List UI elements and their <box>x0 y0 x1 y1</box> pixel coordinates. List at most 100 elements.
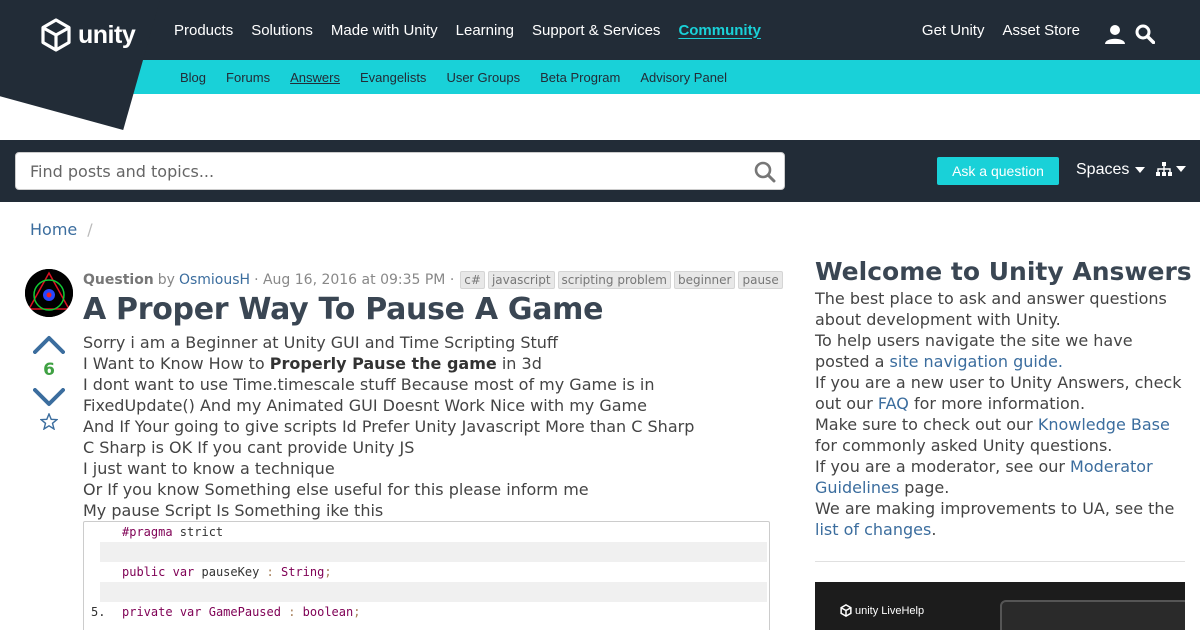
subnav-user-groups[interactable]: User Groups <box>446 70 520 85</box>
community-subnav: Blog Forums Answers Evangelists User Gro… <box>180 60 727 94</box>
nav-made-with-unity[interactable]: Made with Unity <box>331 22 438 39</box>
body-line: And If Your going to give scripts Id Pre… <box>83 417 695 436</box>
breadcrumb-separator: / <box>87 220 93 239</box>
body-line: My pause Script Is Something ike this <box>83 501 384 520</box>
code-token: boolean <box>295 605 354 619</box>
tag-scripting-problem[interactable]: scripting problem <box>557 271 671 289</box>
vote-down-icon[interactable] <box>33 388 65 408</box>
main-nav: Products Solutions Made with Unity Learn… <box>174 0 761 60</box>
promo-laptop-image <box>1000 600 1185 630</box>
unity-logo[interactable]: unity <box>40 18 136 52</box>
nav-community[interactable]: Community <box>678 22 761 39</box>
code-token: public <box>122 565 166 579</box>
body-line: I dont want to use Time.timescale stuff … <box>83 375 655 394</box>
sitemap-dropdown[interactable] <box>1156 162 1186 176</box>
search-box <box>15 152 785 190</box>
tag-list: c# javascript scripting problem beginner… <box>460 271 783 289</box>
caret-down-icon <box>1176 166 1186 172</box>
spaces-dropdown[interactable]: Spaces <box>1076 161 1146 179</box>
code-token: GamePaused <box>201 605 289 619</box>
code-token: ; <box>324 565 332 579</box>
site-navigation-guide-link[interactable]: site navigation guide <box>890 352 1058 371</box>
code-token: var <box>179 605 202 619</box>
nav-support-services[interactable]: Support & Services <box>532 22 660 39</box>
promo-text: unity LiveHelp <box>855 604 925 617</box>
avatar[interactable] <box>25 269 73 317</box>
author-link[interactable]: OsmiousH <box>179 272 250 288</box>
sidebar-text: for more information. <box>908 394 1086 413</box>
unity-cube-icon <box>41 18 71 52</box>
sidebar-paragraph: To help users navigate the site we have … <box>815 330 1190 372</box>
subnav-advisory-panel[interactable]: Advisory Panel <box>640 70 727 85</box>
body-line: Sorry i am a Beginner at Unity GUI and T… <box>83 333 558 352</box>
sidebar-paragraph: The best place to ask and answer questio… <box>815 289 1167 329</box>
code-line: #pragma strict <box>100 522 767 542</box>
sidebar-text: Make sure to check out our <box>815 415 1038 434</box>
sidebar-text: We are making improvements to UA, see th… <box>815 499 1175 518</box>
body-line: C Sharp is OK If you cant provide Unity … <box>83 438 415 457</box>
faq-link[interactable]: FAQ <box>878 394 909 413</box>
search-icon[interactable] <box>1135 24 1155 44</box>
code-line: public var pauseKey : String; <box>100 562 767 582</box>
subnav-beta-program[interactable]: Beta Program <box>540 70 620 85</box>
tag-csharp[interactable]: c# <box>460 271 485 289</box>
sidebar-paragraph: If you are a new user to Unity Answers, … <box>815 372 1190 414</box>
knowledge-base-link[interactable]: Knowledge Base <box>1038 415 1170 434</box>
avatar-image <box>25 269 73 317</box>
question-meta: Question by OsmiousH · Aug 16, 2016 at 0… <box>83 271 783 289</box>
right-nav: Get Unity Asset Store <box>922 0 1080 60</box>
user-icon[interactable] <box>1104 24 1126 44</box>
body-bold-text: Properly Pause the game <box>269 354 497 373</box>
sidebar-text: . <box>931 520 937 539</box>
promo-logo: unity LiveHelp <box>840 604 924 617</box>
body-text: I Want to Know How to <box>83 354 270 373</box>
caret-down-icon <box>1135 167 1146 173</box>
nav-solutions[interactable]: Solutions <box>251 22 313 39</box>
line-number: 5. <box>91 605 106 619</box>
question-title: A Proper Way To Pause A Game <box>83 292 604 327</box>
sidebar-link-period: . <box>1057 352 1063 371</box>
body-line: FixedUpdate() And my Animated GUI Doesnt… <box>83 396 647 415</box>
list-of-changes-link[interactable]: list of changes <box>815 520 931 539</box>
sidebar-title: Welcome to Unity Answers <box>815 257 1192 286</box>
sitemap-icon <box>1156 162 1172 176</box>
sidebar-paragraph: If you are a moderator, see our Moderato… <box>815 456 1190 498</box>
nav-learning[interactable]: Learning <box>456 22 514 39</box>
nav-asset-store[interactable]: Asset Store <box>1002 22 1080 39</box>
search-input[interactable] <box>16 153 746 189</box>
search-submit-icon[interactable] <box>754 161 776 183</box>
vote-count: 6 <box>43 360 55 380</box>
subnav-answers[interactable]: Answers <box>290 70 340 85</box>
code-line <box>100 582 767 602</box>
code-line: 5. private var GamePaused : boolean; <box>91 602 767 622</box>
spaces-label: Spaces <box>1076 161 1130 178</box>
breadcrumb-home[interactable]: Home <box>30 220 77 239</box>
brand-name: unity <box>78 20 136 49</box>
favorite-star-icon[interactable] <box>40 413 58 430</box>
sidebar-divider <box>815 561 1185 562</box>
code-token: pauseKey <box>194 565 267 579</box>
code-block: #pragma strict public var pauseKey : Str… <box>83 521 770 630</box>
unity-cube-icon <box>840 604 852 617</box>
sidebar-text: for commonly asked Unity questions. <box>815 436 1113 455</box>
tag-beginner[interactable]: beginner <box>674 271 736 289</box>
sidebar-text: page. <box>899 478 950 497</box>
body-line: I just want to know a technique <box>83 459 335 478</box>
subnav-evangelists[interactable]: Evangelists <box>360 70 426 85</box>
livehelp-promo[interactable]: unity LiveHelp <box>815 582 1185 630</box>
tag-pause[interactable]: pause <box>738 271 783 289</box>
post-date: · Aug 16, 2016 at 09:35 PM · <box>254 272 455 288</box>
ask-question-button[interactable]: Ask a question <box>937 157 1059 185</box>
sidebar-body: The best place to ask and answer questio… <box>815 288 1190 540</box>
nav-get-unity[interactable]: Get Unity <box>922 22 985 39</box>
body-text: in 3d <box>496 354 542 373</box>
subnav-blog[interactable]: Blog <box>180 70 206 85</box>
subnav-forums[interactable]: Forums <box>226 70 270 85</box>
tag-javascript[interactable]: javascript <box>487 271 555 289</box>
nav-products[interactable]: Products <box>174 22 233 39</box>
vote-up-icon[interactable] <box>33 334 65 354</box>
code-token: strict <box>172 525 224 539</box>
sidebar-paragraph: Make sure to check out our Knowledge Bas… <box>815 414 1190 456</box>
code-token: var <box>172 565 195 579</box>
question-label: Question <box>83 272 154 288</box>
